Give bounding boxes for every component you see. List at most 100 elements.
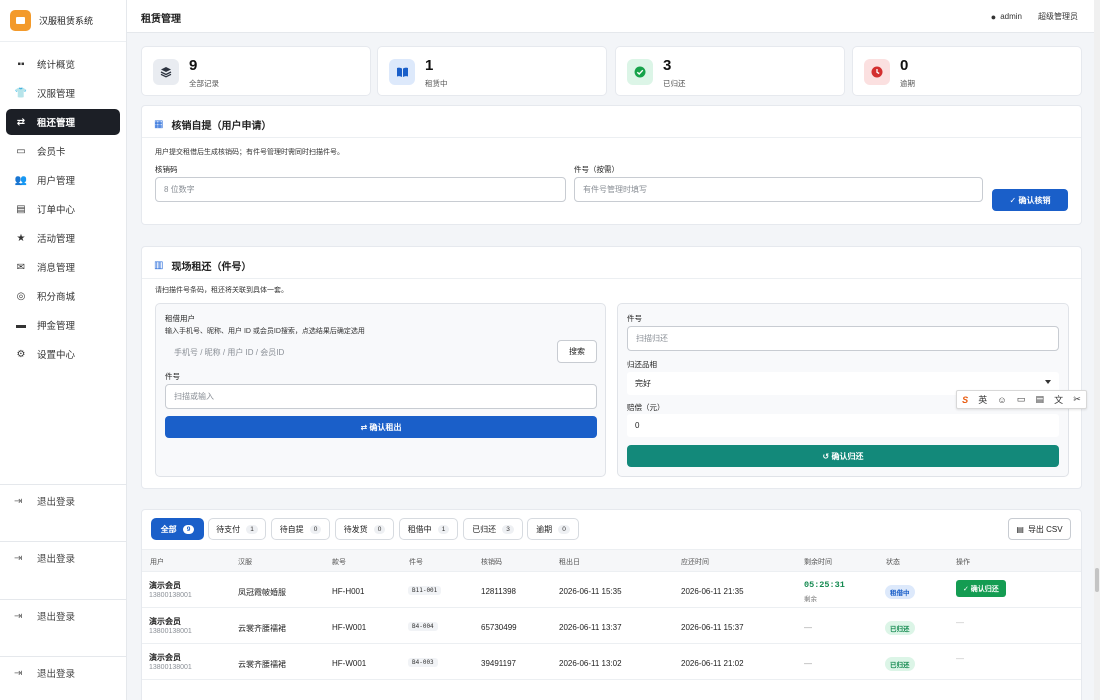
stat-label: 已归还: [663, 79, 686, 88]
logout-button[interactable]: ⇥ 退出登录: [6, 605, 75, 627]
sidebar-item-users[interactable]: 👥 用户管理: [6, 167, 120, 193]
code-label: 核销码: [155, 165, 178, 174]
table-row[interactable]: 演示会员 13800138001 云裳齐腰襦裙 HF-W001 B4-003 3…: [142, 644, 1081, 680]
onsite-hint: 请扫描件号条码，租还将关联到具体一套。: [155, 287, 288, 294]
gear-icon: ⚙: [16, 348, 26, 360]
confirm-return-button[interactable]: ↺ 确认归还: [627, 445, 1059, 467]
tab-pending-payment[interactable]: 待支付 1: [208, 518, 266, 540]
logout-label: 退出登录: [37, 669, 76, 680]
tab-pending-pickup[interactable]: 待自提 0: [271, 518, 330, 540]
confirm-rent-button[interactable]: ⇄ 确认租出: [165, 416, 597, 438]
confirm-return-row-button[interactable]: ✓ 确认归还: [956, 580, 1006, 597]
ime-translate-icon[interactable]: 文: [1054, 393, 1063, 406]
confirm-verify-button[interactable]: ✓ 确认核销: [992, 189, 1068, 211]
condition-label: 归还品相: [627, 360, 657, 369]
verify-code-input[interactable]: 8 位数字: [155, 177, 566, 202]
scrollbar-thumb[interactable]: [1095, 568, 1099, 592]
rent-user-label: 租借用户: [165, 314, 195, 323]
cell-code: 65730499: [481, 623, 517, 632]
page-scrollbar[interactable]: [1094, 0, 1100, 700]
tab-count: 0: [558, 524, 570, 534]
check-circle-icon: [627, 59, 653, 85]
sidebar-item-hanfu[interactable]: 👕 汉服管理: [6, 80, 120, 106]
ime-screen-icon[interactable]: ▭: [1017, 394, 1026, 405]
brand-logo-icon: [10, 10, 31, 31]
tab-label: 待支付: [216, 524, 241, 534]
ime-emoji-icon[interactable]: ☺: [997, 395, 1006, 405]
logout-button[interactable]: ⇥ 退出登录: [6, 547, 75, 569]
users-icon: 👥: [14, 174, 28, 186]
search-button[interactable]: 搜索: [557, 340, 597, 363]
verify-title-text: 核销自提（用户申请）: [171, 121, 272, 132]
rent-item-label: 件号: [165, 372, 180, 381]
brand: 汉服租赁系统: [0, 0, 126, 42]
username[interactable]: admin: [1000, 12, 1022, 21]
tab-label: 待发货: [343, 524, 368, 534]
sidebar-item-deposit[interactable]: ▬ 押金管理: [6, 312, 120, 338]
status-badge: 已归还: [885, 621, 915, 635]
sidebar-item-settings[interactable]: ⚙ 设置中心: [6, 341, 120, 367]
tab-pending-shipment[interactable]: 待发货 0: [335, 518, 394, 540]
file-export-icon: ▤: [1016, 524, 1024, 534]
logout-button[interactable]: ⇥ 退出登录: [6, 490, 75, 512]
stat-value: 3: [663, 57, 672, 74]
divider: [142, 137, 1081, 138]
th-item: 件号: [409, 559, 423, 566]
compensation-input[interactable]: 0: [627, 414, 1059, 437]
barcode-icon: ▥: [154, 260, 164, 271]
th-hanfu: 汉服: [238, 559, 252, 566]
sidebar-item-member-card[interactable]: ▭ 会员卡: [6, 138, 120, 164]
condition-value: 完好: [635, 379, 651, 388]
cell-remaining: —: [804, 623, 812, 632]
sidebar-item-messages[interactable]: ✉ 消息管理: [6, 254, 120, 280]
sidebar-nav: ▪▪ 统计概览 👕 汉服管理 ⇄ 租还管理 ▭ 会员卡 👥 用户管理 ▤ 订单中心 ★ 活动管…: [0, 42, 126, 367]
sidebar-item-points-mall[interactable]: ◎ 积分商城: [6, 283, 120, 309]
exchange-icon: ⇄: [16, 116, 26, 128]
export-csv-button[interactable]: ▤ 导出 CSV: [1008, 518, 1071, 540]
ime-logo-icon[interactable]: S: [962, 395, 968, 405]
divider: [0, 541, 127, 542]
cell-out: 2026-06-11 13:37: [559, 623, 622, 632]
cell-action: —: [956, 618, 964, 627]
th-status: 状态: [886, 559, 900, 566]
stat-card-returned: 3 已归还: [615, 46, 845, 96]
tab-count: 9: [182, 524, 195, 534]
cell-code: 39491197: [481, 659, 516, 668]
sidebar-item-activities[interactable]: ★ 活动管理: [6, 225, 120, 251]
sidebar-item-stats[interactable]: ▪▪ 统计概览: [6, 51, 120, 77]
sidebar-item-orders[interactable]: ▤ 订单中心: [6, 196, 120, 222]
ime-scissors-icon[interactable]: ✂: [1073, 394, 1081, 405]
user-search-input[interactable]: 手机号 / 昵称 / 用户 ID / 会员ID: [165, 340, 552, 365]
cell-hanfu: 云裳齐腰襦裙: [238, 660, 286, 669]
stat-label: 逾期: [900, 79, 915, 88]
tab-overdue[interactable]: 逾期 0: [527, 518, 579, 540]
th-due: 应还时间: [681, 559, 709, 566]
tab-renting[interactable]: 租借中 1: [399, 518, 458, 540]
logout-button[interactable]: ⇥ 退出登录: [6, 662, 75, 684]
tab-returned[interactable]: 已归还 3: [463, 518, 523, 540]
return-item-input[interactable]: 扫描归还: [627, 326, 1059, 351]
stat-value: 1: [425, 57, 434, 74]
ime-lang-toggle[interactable]: 英: [978, 393, 987, 406]
tab-count: 0: [373, 524, 386, 534]
ime-toolbar: S 英 ☺ ▭ ▤ 文 ✂: [956, 390, 1087, 409]
table-row[interactable]: 演示会员 13800138001 凤冠霞帔婚服 HF-H001 B11-001 …: [142, 572, 1081, 608]
sidebar-item-rental[interactable]: ⇄ 租还管理: [6, 109, 120, 135]
tab-count: 0: [309, 524, 322, 534]
cell-remaining: 05:25:31: [804, 580, 845, 590]
stat-value: 0: [900, 57, 909, 74]
tab-count: 1: [437, 524, 450, 534]
table-row[interactable]: 演示会员 13800138001 云裳齐腰襦裙 HF-W001 B4-004 6…: [142, 608, 1081, 644]
ime-keyboard-icon[interactable]: ▤: [1035, 394, 1044, 405]
item-label: 件号（按需）: [574, 165, 619, 174]
export-label: 导出 CSV: [1027, 524, 1063, 534]
chevron-down-icon: [1045, 380, 1051, 384]
cell-style: HF-W001: [332, 659, 367, 668]
rent-item-input[interactable]: 扫描或输入: [165, 384, 597, 409]
logout-icon: ⇥: [14, 667, 23, 679]
tab-all[interactable]: 全部 9: [151, 518, 204, 540]
tab-label: 待自提: [279, 524, 304, 534]
sidebar-item-label: 订单中心: [37, 205, 76, 216]
cell-item: B4-004: [408, 622, 438, 631]
verify-item-input[interactable]: 有件号管理时填写: [574, 177, 983, 202]
